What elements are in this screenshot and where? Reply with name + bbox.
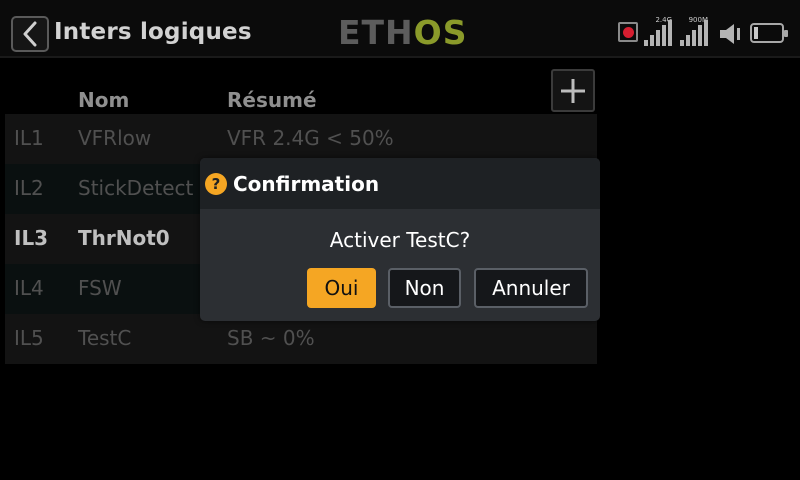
top-bar: Inters logiques ETHOS 2.4G 900M [0, 0, 800, 58]
dialog-header: ? Confirmation [200, 158, 600, 209]
signal-2g4-icon: 2.4G [644, 16, 672, 46]
ethos-logo: ETHOS [338, 13, 468, 52]
row-id: IL2 [14, 176, 44, 200]
battery-icon [750, 23, 788, 43]
row-name: FSW [78, 276, 122, 300]
column-header-summary: Résumé [227, 88, 317, 112]
column-header-name: Nom [78, 88, 130, 112]
table-row[interactable]: IL1 VFRlow VFR 2.4G < 50% [5, 114, 597, 164]
dialog-message: Activer TestC? [329, 228, 471, 252]
row-id: IL1 [14, 126, 44, 150]
row-name: StickDetect [78, 176, 194, 200]
row-summary: VFR 2.4G < 50% [227, 126, 394, 150]
back-button[interactable] [11, 16, 49, 52]
confirmation-dialog: ? Confirmation Activer TestC? Oui Non An… [200, 158, 600, 321]
record-icon [618, 22, 638, 42]
dialog-title: Confirmation [233, 172, 380, 196]
no-button[interactable]: Non [388, 268, 461, 308]
question-icon: ? [205, 173, 227, 195]
plus-icon [561, 78, 585, 103]
chevron-left-icon [23, 21, 37, 47]
speaker-icon [718, 22, 744, 50]
signal-900m-icon: 900M [680, 16, 708, 46]
table-row[interactable]: IL5 TestC SB ~ 0% [5, 314, 597, 364]
row-id: IL5 [14, 326, 44, 350]
row-name: ThrNot0 [78, 226, 170, 250]
cancel-button[interactable]: Annuler [474, 268, 588, 308]
row-name: TestC [78, 326, 132, 350]
row-id: IL3 [14, 226, 49, 250]
add-button[interactable] [551, 69, 595, 112]
yes-button[interactable]: Oui [307, 268, 376, 308]
page-title: Inters logiques [54, 19, 252, 45]
status-area: 2.4G 900M [616, 16, 792, 50]
row-id: IL4 [14, 276, 44, 300]
row-summary: SB ~ 0% [227, 326, 315, 350]
row-name: VFRlow [78, 126, 152, 150]
